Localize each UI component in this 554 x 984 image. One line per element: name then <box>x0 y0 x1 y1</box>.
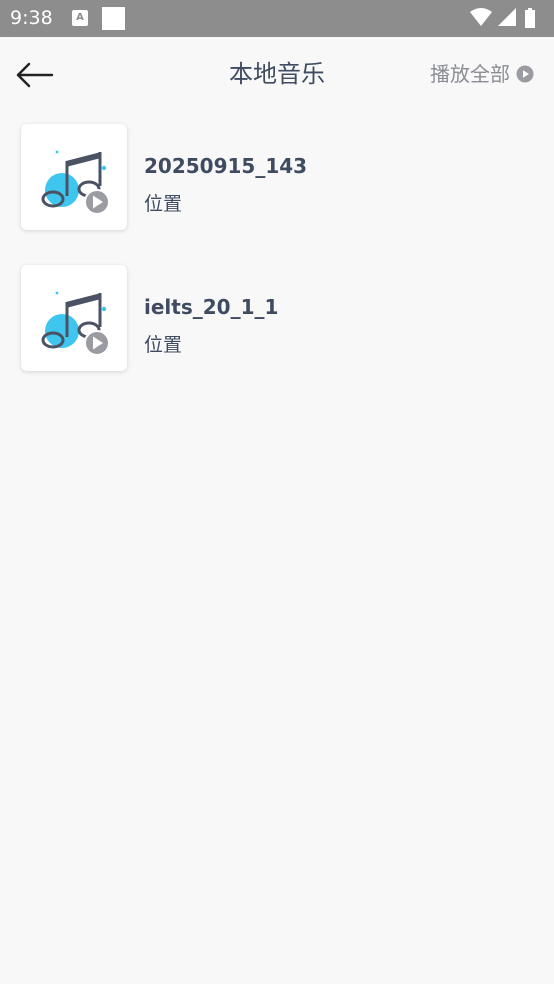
status-bar: 9:38 A <box>0 0 554 37</box>
play-all-label: 播放全部 <box>430 62 510 86</box>
notification-square-icon <box>102 7 125 30</box>
song-list: 20250915_143 位置 ielts_20_1_1 位置 <box>0 113 554 395</box>
battery-icon <box>525 8 535 28</box>
status-time: 9:38 <box>10 7 53 29</box>
song-cover <box>21 265 127 371</box>
song-location: 位置 <box>144 193 183 215</box>
song-title: ielts_20_1_1 <box>144 295 279 319</box>
play-all-button[interactable]: 播放全部 <box>430 61 534 87</box>
song-title: 20250915_143 <box>144 154 308 178</box>
keyboard-a-icon: A <box>72 10 88 26</box>
music-note-icon <box>41 291 110 356</box>
music-note-icon <box>41 150 110 215</box>
list-item[interactable]: ielts_20_1_1 位置 <box>0 254 554 395</box>
song-location: 位置 <box>144 334 183 356</box>
song-cover <box>21 124 127 230</box>
wifi-icon <box>470 8 492 26</box>
play-circle-icon <box>516 65 534 83</box>
status-icons <box>470 8 535 28</box>
a-icon-letter: A <box>76 12 84 23</box>
header: 本地音乐 播放全部 <box>0 37 554 113</box>
signal-icon <box>498 8 516 26</box>
list-item[interactable]: 20250915_143 位置 <box>0 113 554 254</box>
